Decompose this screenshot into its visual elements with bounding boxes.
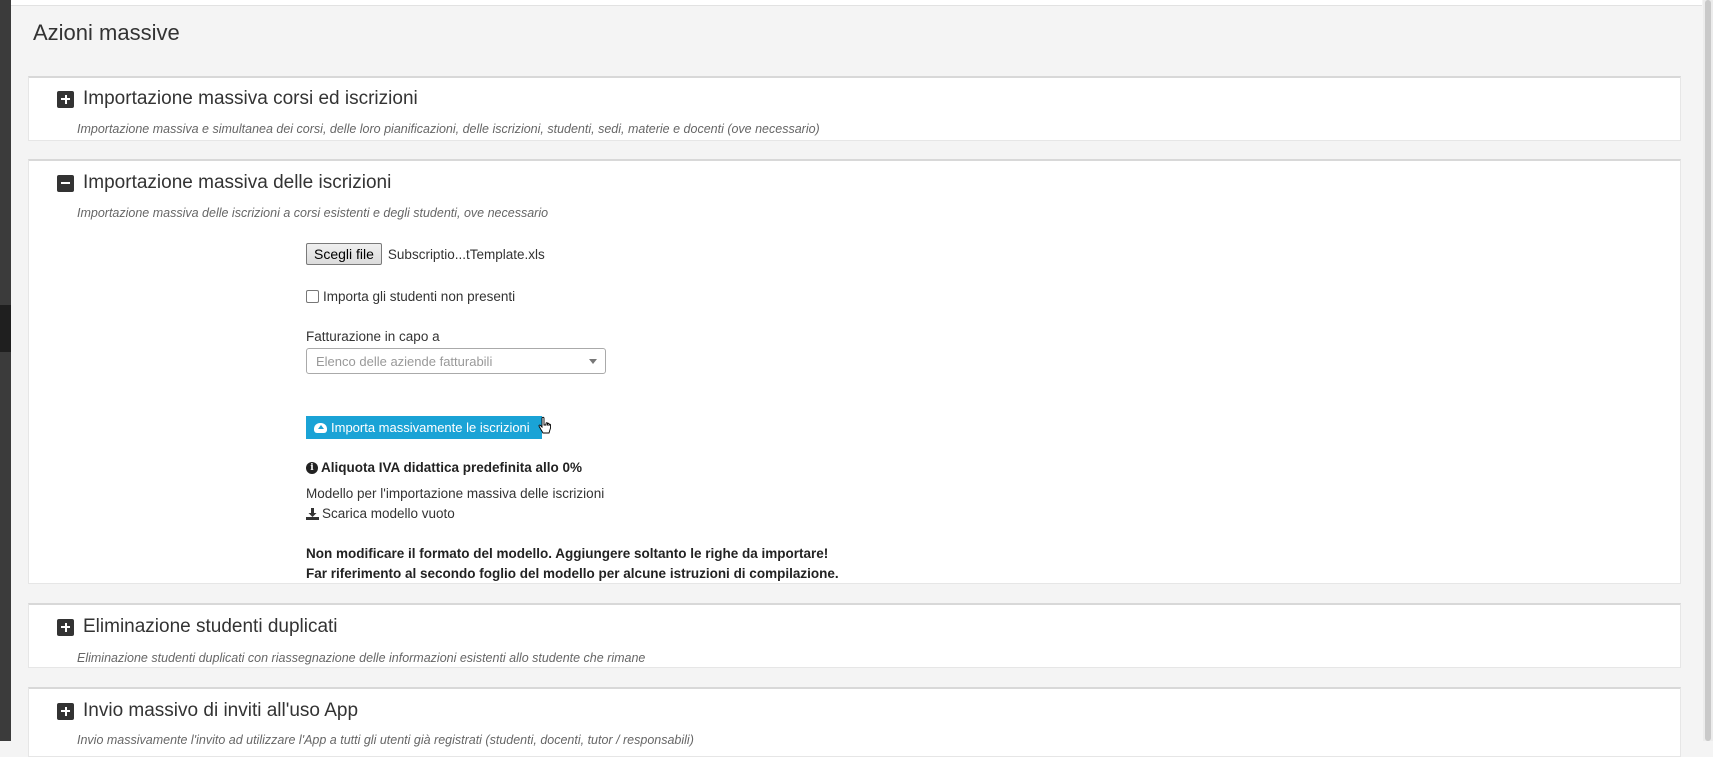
panel-title[interactable]: Importazione massiva corsi ed iscrizioni (83, 88, 418, 110)
scrollbar-thumb[interactable] (1705, 0, 1711, 741)
instructions-note: Far riferimento al secondo foglio del mo… (306, 566, 839, 581)
top-bar (11, 0, 1702, 6)
select-placeholder: Elenco delle aziende fatturabili (316, 353, 493, 369)
panel-description: Eliminazione studenti duplicati con rias… (77, 651, 646, 665)
panel-description: Invio massivamente l'invito ad utilizzar… (77, 733, 694, 747)
format-warning: Non modificare il formato del modello. A… (306, 546, 829, 561)
checkbox-label[interactable]: Importa gli studenti non presenti (323, 289, 515, 304)
download-template-link[interactable]: Scarica modello vuoto (306, 506, 455, 521)
collapse-minus-icon[interactable] (57, 174, 74, 192)
import-subscriptions-button[interactable]: Importa massivamente le iscrizioni (306, 416, 542, 439)
panel-header-import-courses[interactable]: Importazione massiva corsi ed iscrizioni (57, 87, 418, 111)
choose-file-button[interactable]: Scegli file (306, 243, 382, 265)
billing-label: Fatturazione in capo a (306, 329, 440, 344)
vat-note: i Aliquota IVA didattica predefinita all… (306, 460, 582, 475)
selected-file-name: Subscriptio...tTemplate.xls (387, 246, 545, 262)
panel-title[interactable]: Importazione massiva delle iscrizioni (83, 172, 391, 194)
hand-cursor-icon (538, 416, 551, 434)
panel-title[interactable]: Invio massivo di inviti all'uso App (83, 700, 358, 722)
panel-header-app-invites[interactable]: Invio massivo di inviti all'uso App (57, 699, 358, 723)
billing-company-select[interactable]: Elenco delle aziende fatturabili (306, 348, 606, 374)
vat-note-text: Aliquota IVA didattica predefinita allo … (321, 460, 583, 475)
page-title: Azioni massive (33, 20, 180, 45)
file-input: Scegli file Subscriptio...tTemplate.xls (306, 243, 545, 265)
download-link-text[interactable]: Scarica modello vuoto (322, 506, 455, 521)
cloud-upload-icon (314, 422, 327, 433)
import-students-checkbox[interactable] (306, 290, 319, 303)
template-label: Modello per l'importazione massiva delle… (306, 486, 605, 501)
download-icon (306, 507, 319, 520)
expand-plus-icon[interactable] (57, 618, 74, 636)
chevron-down-icon (589, 358, 597, 364)
import-button-label: Importa massivamente le iscrizioni (331, 420, 530, 435)
panel-import-subscriptions (28, 159, 1681, 584)
panel-description: Importazione massiva delle iscrizioni a … (77, 206, 549, 220)
import-missing-students-option: Importa gli studenti non presenti (306, 289, 515, 304)
expand-plus-icon[interactable] (57, 702, 74, 720)
panel-header-duplicate-students[interactable]: Eliminazione studenti duplicati (57, 615, 338, 639)
info-icon: i (306, 461, 318, 474)
panel-title[interactable]: Eliminazione studenti duplicati (83, 616, 338, 638)
panel-header-import-subscriptions[interactable]: Importazione massiva delle iscrizioni (57, 171, 391, 195)
left-window-edge (0, 0, 11, 741)
panel-description: Importazione massiva e simultanea dei co… (77, 122, 820, 136)
expand-plus-icon[interactable] (57, 90, 74, 108)
